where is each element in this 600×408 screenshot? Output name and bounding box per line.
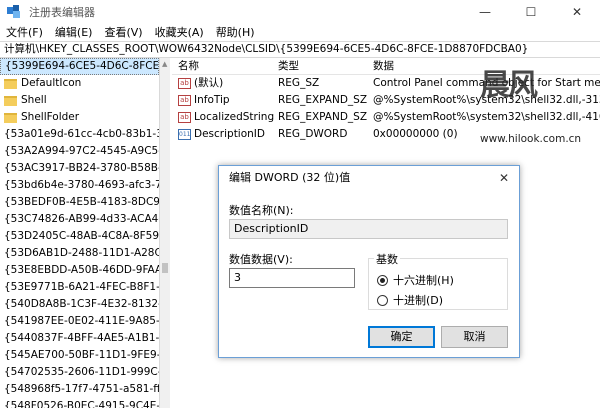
tree-item[interactable]: {53BEDF0B-4E5B-4183-8DC9-B844344FA104} [0, 194, 159, 211]
close-button[interactable]: ✕ [554, 0, 600, 23]
value-name-field[interactable]: DescriptionID [229, 219, 508, 239]
tree-item-selected-key[interactable]: {5399E694-6CE5-4D6C-8FCE-1D8870FDCBA0} [0, 58, 159, 75]
tree-item[interactable]: {5440837F-4BFF-4AE5-A1B1-7722ECC6332A} [0, 330, 159, 347]
dword-value-icon: 011 [178, 129, 191, 140]
dec-radio-option[interactable]: 十进制(D) [377, 292, 443, 308]
tree-item-label: DefaultIcon [21, 77, 82, 89]
menu-view[interactable]: 查看(V) [98, 24, 148, 40]
maximize-button[interactable]: ☐ [508, 0, 554, 23]
value-data-label: 数值数据(V): [229, 253, 293, 266]
menu-favorites[interactable]: 收藏夹(A) [149, 24, 210, 40]
title-bar: 注册表编辑器 — ☐ ✕ [0, 0, 600, 23]
tree-item[interactable]: {53C74826-AB99-4d33-ACA4-3117F51D3788} [0, 211, 159, 228]
window-title: 注册表编辑器 [29, 5, 95, 19]
tree-item-shell[interactable]: Shell [0, 92, 159, 109]
cancel-button[interactable]: 取消 [441, 326, 508, 348]
edit-dword-dialog: 编辑 DWORD (32 位)值 ✕ 数值名称(N): DescriptionI… [218, 165, 520, 358]
tree-item-shellfolder[interactable]: ShellFolder [0, 109, 159, 126]
tree-item-label: Shell [21, 94, 47, 106]
tree-item[interactable]: {53E9771B-6A21-4FEC-B8F1-3B0D8B1A5D9C} [0, 279, 159, 296]
scroll-up-icon[interactable]: ▲ [162, 60, 167, 68]
scrollbar-thumb[interactable] [162, 263, 168, 273]
value-type: REG_DWORD [278, 128, 348, 140]
key-tree: {5399E694-6CE5-4D6C-8FCE-1D8870FDCBA0} D… [0, 58, 160, 408]
minimize-button[interactable]: — [462, 0, 508, 23]
radio-checked-icon[interactable] [377, 274, 388, 286]
dialog-title: 编辑 DWORD (32 位)值 [229, 171, 351, 184]
tree-item[interactable]: {53A2A994-97C2-4545-A9C5-0FDC54A40F3F} [0, 143, 159, 160]
value-name: (默认) [194, 77, 224, 89]
string-value-icon: ab [178, 78, 191, 89]
tree-item[interactable]: {53D6AB1D-2488-11D1-A28C-00C04FB94F17} [0, 245, 159, 262]
value-name: LocalizedString [194, 111, 275, 123]
string-value-icon: ab [178, 112, 191, 123]
tree-item[interactable]: {548968f5-17f7-4751-a581-ff0f1c3cd5cb} [0, 381, 159, 398]
value-name: DescriptionID [194, 128, 265, 140]
tree-item[interactable]: {53bd6b4e-3780-4693-afc3-7161c2f3ee9c} [0, 177, 159, 194]
tree-item[interactable]: {53a01e9d-61cc-4cb0-83b1-31bc8df63156} [0, 126, 159, 143]
tree-item[interactable]: {54702535-2606-11D1-999C-0000F8756A10} [0, 364, 159, 381]
value-name: InfoTip [194, 94, 230, 106]
menu-edit[interactable]: 编辑(E) [49, 24, 99, 40]
dialog-title-bar: 编辑 DWORD (32 位)值 ✕ [219, 166, 519, 190]
value-type: REG_SZ [278, 77, 320, 89]
dialog-close-button[interactable]: ✕ [499, 166, 509, 190]
tree-item-label: ShellFolder [21, 111, 80, 123]
watermark-logo: 晨风 [470, 58, 560, 118]
string-value-icon: ab [178, 95, 191, 106]
tree-item[interactable]: {53D2405C-48AB-4C8A-8F59-CE0610F13BBC} [0, 228, 159, 245]
menu-bar: 文件(F) 编辑(E) 查看(V) 收藏夹(A) 帮助(H) [0, 23, 600, 41]
tree-item[interactable]: {540D8A8B-1C3F-4E32-8132-530F6A502090} [0, 296, 159, 313]
ok-button[interactable]: 确定 [368, 326, 435, 348]
column-header-type[interactable]: 类型 [276, 58, 371, 74]
tree-item[interactable]: {53AC3917-BB24-3780-B58B-09E6B6F1C3F9} [0, 160, 159, 177]
tree-item[interactable]: {541987EE-0E02-411E-9A85-1FC6B30C4F47} [0, 313, 159, 330]
value-name-label: 数值名称(N): [229, 204, 294, 217]
base-group-label: 基数 [374, 251, 400, 267]
watermark-url: www.hilook.com.cn [480, 133, 582, 145]
regedit-app-icon [7, 4, 23, 19]
value-type: REG_EXPAND_SZ [278, 94, 368, 106]
menu-help[interactable]: 帮助(H) [210, 24, 261, 40]
hex-radio-option[interactable]: 十六进制(H) [377, 272, 454, 288]
dec-radio-label: 十进制(D) [393, 294, 444, 307]
folder-icon [4, 78, 17, 89]
tree-item[interactable]: {53E8EBDD-A50B-46DD-9FAA-42BD1E21B8F1} [0, 262, 159, 279]
tree-item[interactable]: {545AE700-50BF-11D1-9FE9-006067681B57} [0, 347, 159, 364]
folder-icon [4, 95, 17, 106]
tree-item[interactable]: {548F0526-B0EC-4915-9C4E-9CEE1F8D66C7} [0, 398, 159, 408]
tree-item-defaulticon[interactable]: DefaultIcon [0, 75, 159, 92]
address-bar[interactable]: 计算机\HKEY_CLASSES_ROOT\WOW6432Node\CLSID\… [0, 41, 600, 58]
tree-scrollbar[interactable]: ▲ [160, 58, 170, 408]
watermark-logo-text: 晨风 [480, 68, 538, 103]
radio-unchecked-icon[interactable] [377, 294, 388, 306]
folder-icon [4, 112, 17, 123]
value-data-input[interactable]: 3 [229, 268, 355, 288]
value-type: REG_EXPAND_SZ [278, 111, 368, 123]
hex-radio-label: 十六进制(H) [393, 274, 454, 287]
column-header-name[interactable]: 名称 [172, 58, 276, 74]
menu-file[interactable]: 文件(F) [0, 24, 49, 40]
